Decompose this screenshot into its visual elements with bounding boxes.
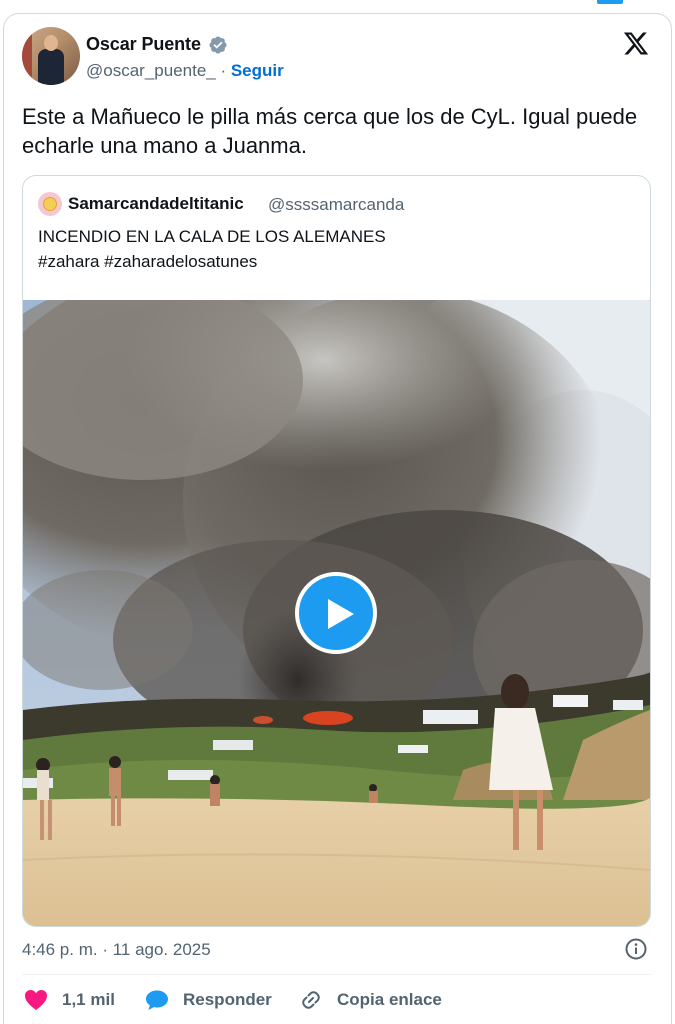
quoted-hashtags[interactable]: #zahara #zaharadelosatunes (38, 249, 638, 274)
quoted-avatar-face-icon (43, 197, 57, 211)
like-count: 1,1 mil (62, 990, 115, 1009)
play-icon (328, 599, 354, 629)
avatar-head (44, 35, 58, 51)
avatar-background-frame (22, 27, 32, 85)
link-icon (302, 991, 320, 1009)
play-button[interactable] (295, 572, 377, 654)
reply-label: Responder (183, 990, 272, 1009)
x-logo-icon[interactable] (622, 30, 650, 57)
action-bar: 1,1 mil Responder Copia enlace (22, 986, 651, 1014)
quoted-text-line: INCENDIO EN LA CALA DE LOS ALEMANES (38, 227, 386, 246)
follow-button[interactable]: Seguir (231, 61, 284, 80)
handle-separator: · (215, 61, 231, 80)
reply-bubble-icon (146, 990, 168, 1010)
tweet-timestamp[interactable]: 4:46 p. m. · 11 ago. 2025 (22, 940, 211, 960)
info-icon[interactable] (624, 937, 648, 961)
author-name[interactable]: Oscar Puente (86, 34, 201, 55)
author-handle[interactable]: @oscar_puente_ (86, 61, 216, 80)
quoted-author-handle[interactable]: @ssssamarcanda (268, 195, 404, 215)
heart-icon (25, 990, 47, 1010)
divider (22, 974, 651, 975)
quoted-tweet[interactable]: Samarcandadeltitanic @ssssamarcanda INCE… (22, 175, 651, 927)
like-button[interactable]: 1,1 mil (24, 986, 115, 1014)
copy-link-button[interactable]: Copia enlace (299, 986, 442, 1014)
video-thumbnail[interactable] (23, 300, 650, 926)
top-accent-bar (597, 0, 623, 4)
tweet-text: Este a Mañueco le pilla más cerca que lo… (22, 104, 638, 158)
quoted-avatar[interactable] (38, 192, 62, 216)
quoted-author-name[interactable]: Samarcandadeltitanic (68, 194, 244, 214)
verified-badge-icon (209, 36, 227, 54)
quoted-text: INCENDIO EN LA CALA DE LOS ALEMANES #zah… (38, 224, 638, 274)
copy-link-label: Copia enlace (337, 990, 442, 1009)
author-avatar[interactable] (22, 27, 80, 85)
reply-button[interactable]: Responder (145, 986, 272, 1014)
author-handle-row: @oscar_puente_ · Seguir (86, 61, 284, 81)
avatar-body (38, 49, 64, 85)
